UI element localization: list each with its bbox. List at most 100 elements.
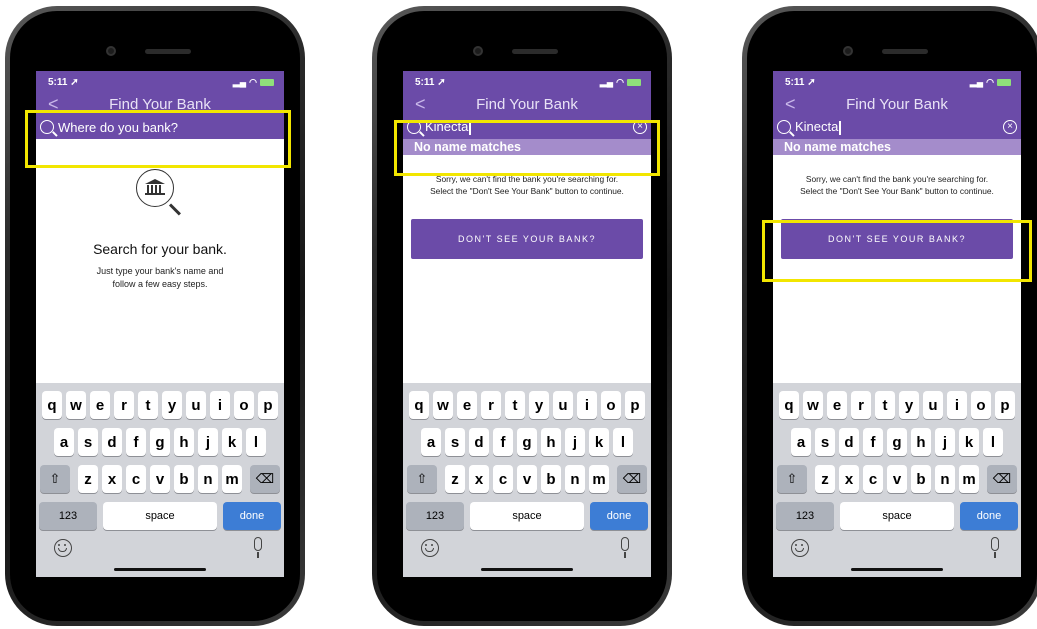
key-q[interactable]: q <box>779 391 799 419</box>
key-o[interactable]: o <box>234 391 254 419</box>
key-n[interactable]: n <box>198 465 218 493</box>
search-bar[interactable]: Where do you bank? <box>36 115 284 139</box>
search-input[interactable]: Kinecta <box>425 119 633 135</box>
key-o[interactable]: o <box>601 391 621 419</box>
key-d[interactable]: d <box>839 428 859 456</box>
key-t[interactable]: t <box>505 391 525 419</box>
key-n[interactable]: n <box>565 465 585 493</box>
numbers-key[interactable]: 123 <box>39 502 97 530</box>
key-t[interactable]: t <box>138 391 158 419</box>
back-button[interactable]: < <box>785 94 796 114</box>
key-b[interactable]: b <box>541 465 561 493</box>
dont-see-your-bank-button[interactable]: DON'T SEE YOUR BANK? <box>411 219 643 259</box>
key-d[interactable]: d <box>102 428 122 456</box>
key-r[interactable]: r <box>114 391 134 419</box>
key-q[interactable]: q <box>42 391 62 419</box>
key-y[interactable]: y <box>529 391 549 419</box>
key-h[interactable]: h <box>541 428 561 456</box>
key-w[interactable]: w <box>803 391 823 419</box>
key-m[interactable]: m <box>589 465 609 493</box>
key-s[interactable]: s <box>78 428 98 456</box>
key-e[interactable]: e <box>827 391 847 419</box>
done-key[interactable]: done <box>590 502 648 530</box>
key-l[interactable]: l <box>613 428 633 456</box>
space-key[interactable]: space <box>103 502 217 530</box>
key-e[interactable]: e <box>90 391 110 419</box>
key-h[interactable]: h <box>174 428 194 456</box>
done-key[interactable]: done <box>960 502 1018 530</box>
key-y[interactable]: y <box>162 391 182 419</box>
shift-key[interactable]: ⇧ <box>777 465 807 493</box>
key-u[interactable]: u <box>923 391 943 419</box>
key-w[interactable]: w <box>433 391 453 419</box>
key-s[interactable]: s <box>815 428 835 456</box>
key-d[interactable]: d <box>469 428 489 456</box>
key-i[interactable]: i <box>577 391 597 419</box>
search-bar[interactable]: Kinecta × <box>773 115 1021 139</box>
key-a[interactable]: a <box>54 428 74 456</box>
back-button[interactable]: < <box>415 94 426 114</box>
emoji-icon[interactable] <box>421 539 439 557</box>
key-k[interactable]: k <box>222 428 242 456</box>
key-a[interactable]: a <box>421 428 441 456</box>
key-y[interactable]: y <box>899 391 919 419</box>
key-w[interactable]: w <box>66 391 86 419</box>
key-v[interactable]: v <box>150 465 170 493</box>
key-s[interactable]: s <box>445 428 465 456</box>
space-key[interactable]: space <box>840 502 954 530</box>
key-q[interactable]: q <box>409 391 429 419</box>
key-k[interactable]: k <box>589 428 609 456</box>
microphone-icon[interactable] <box>621 537 629 558</box>
delete-key[interactable]: ⌫ <box>617 465 647 493</box>
key-m[interactable]: m <box>959 465 979 493</box>
key-r[interactable]: r <box>851 391 871 419</box>
key-e[interactable]: e <box>457 391 477 419</box>
key-i[interactable]: i <box>947 391 967 419</box>
key-p[interactable]: p <box>258 391 278 419</box>
delete-key[interactable]: ⌫ <box>987 465 1017 493</box>
microphone-icon[interactable] <box>254 537 262 558</box>
key-m[interactable]: m <box>222 465 242 493</box>
shift-key[interactable]: ⇧ <box>40 465 70 493</box>
emoji-icon[interactable] <box>54 539 72 557</box>
key-p[interactable]: p <box>995 391 1015 419</box>
key-j[interactable]: j <box>935 428 955 456</box>
done-key[interactable]: done <box>223 502 281 530</box>
key-n[interactable]: n <box>935 465 955 493</box>
clear-search-icon[interactable]: × <box>633 120 647 134</box>
key-t[interactable]: t <box>875 391 895 419</box>
key-x[interactable]: x <box>102 465 122 493</box>
key-g[interactable]: g <box>887 428 907 456</box>
space-key[interactable]: space <box>470 502 584 530</box>
key-k[interactable]: k <box>959 428 979 456</box>
back-button[interactable]: < <box>48 94 59 114</box>
key-l[interactable]: l <box>246 428 266 456</box>
key-b[interactable]: b <box>174 465 194 493</box>
key-b[interactable]: b <box>911 465 931 493</box>
delete-key[interactable]: ⌫ <box>250 465 280 493</box>
key-l[interactable]: l <box>983 428 1003 456</box>
search-input[interactable]: Kinecta <box>795 119 1003 135</box>
key-g[interactable]: g <box>517 428 537 456</box>
key-z[interactable]: z <box>78 465 98 493</box>
key-f[interactable]: f <box>863 428 883 456</box>
search-input[interactable]: Where do you bank? <box>58 120 280 135</box>
key-c[interactable]: c <box>493 465 513 493</box>
dont-see-your-bank-button[interactable]: DON'T SEE YOUR BANK? <box>781 219 1013 259</box>
key-j[interactable]: j <box>565 428 585 456</box>
key-v[interactable]: v <box>887 465 907 493</box>
shift-key[interactable]: ⇧ <box>407 465 437 493</box>
emoji-icon[interactable] <box>791 539 809 557</box>
key-x[interactable]: x <box>839 465 859 493</box>
key-f[interactable]: f <box>493 428 513 456</box>
key-o[interactable]: o <box>971 391 991 419</box>
key-r[interactable]: r <box>481 391 501 419</box>
key-p[interactable]: p <box>625 391 645 419</box>
clear-search-icon[interactable]: × <box>1003 120 1017 134</box>
key-f[interactable]: f <box>126 428 146 456</box>
key-i[interactable]: i <box>210 391 230 419</box>
key-c[interactable]: c <box>126 465 146 493</box>
search-bar[interactable]: Kinecta × <box>403 115 651 139</box>
key-u[interactable]: u <box>553 391 573 419</box>
key-u[interactable]: u <box>186 391 206 419</box>
